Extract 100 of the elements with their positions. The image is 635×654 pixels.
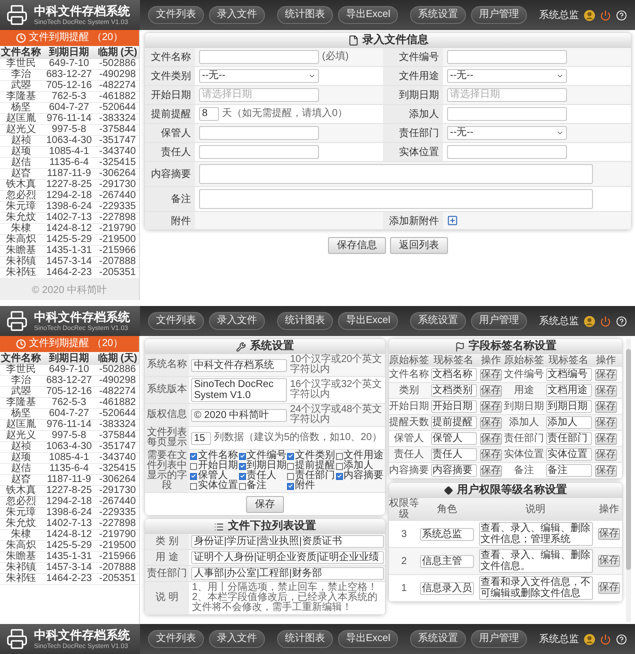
input-field[interactable]: 内容摘要 — [430, 464, 476, 477]
checkbox[interactable] — [287, 482, 294, 490]
nav-button[interactable]: 导出Excel — [338, 312, 398, 330]
help-icon[interactable] — [616, 634, 627, 644]
nav-button[interactable]: 录入文件 — [209, 630, 265, 648]
input-field[interactable]: 文档用途 — [546, 384, 592, 397]
user-avatar-icon[interactable] — [584, 316, 595, 326]
textarea-field[interactable] — [199, 189, 593, 209]
input-field[interactable]: 文档类别 — [430, 384, 476, 397]
nav-button[interactable]: 用户管理 — [471, 630, 528, 648]
power-icon[interactable] — [600, 10, 611, 20]
input-field[interactable]: © 2020 中科简叶 — [191, 408, 287, 422]
input-field[interactable]: 查看和录入文件信息，不可编辑或删除文件信息 — [478, 576, 592, 600]
input-field[interactable]: 开始日期 — [430, 400, 476, 413]
checkbox[interactable] — [190, 462, 197, 470]
power-icon[interactable] — [600, 316, 611, 326]
nav-button[interactable]: 录入文件 — [209, 6, 265, 24]
save-button[interactable]: 保存 — [480, 368, 502, 380]
nav-button[interactable]: 统计图表 — [276, 312, 333, 330]
checkbox[interactable] — [190, 452, 197, 460]
input-field[interactable]: 15 — [191, 432, 211, 444]
help-icon[interactable] — [616, 316, 627, 326]
nav-button[interactable]: 文件列表 — [148, 6, 204, 24]
select-field[interactable]: --无-- — [447, 126, 567, 140]
input-field[interactable]: 到期日期 — [546, 400, 592, 413]
save-button[interactable]: 保存 — [480, 448, 502, 460]
checkbox[interactable] — [287, 462, 294, 470]
nav-button[interactable]: 导出Excel — [338, 630, 398, 648]
input-field[interactable]: 查看、录入、编辑、删除文件信息。 — [478, 549, 592, 573]
input-field[interactable]: 查看、录入、编辑、删除文件信息；管理系统 — [478, 522, 592, 546]
nav-button[interactable]: 录入文件 — [209, 312, 265, 330]
checkbox[interactable] — [336, 462, 342, 470]
select-field[interactable]: --无-- — [199, 69, 319, 83]
help-icon[interactable] — [616, 10, 627, 20]
save-button[interactable]: 保存 — [595, 368, 617, 380]
input-field[interactable]: 保管人 — [430, 432, 476, 445]
input-field[interactable] — [447, 50, 567, 64]
nav-button[interactable]: 系统设置 — [410, 6, 466, 24]
nav-button[interactable]: 系统设置 — [410, 630, 466, 648]
scrollbar-track[interactable] — [626, 339, 631, 622]
save-button[interactable]: 保存 — [480, 400, 502, 412]
save-button[interactable]: 保存 — [595, 464, 617, 476]
save-button[interactable]: 保存 — [480, 384, 502, 396]
select-field[interactable]: --无-- — [447, 69, 567, 83]
save-button[interactable]: 保存 — [480, 416, 502, 428]
power-icon[interactable] — [600, 634, 611, 644]
input-field[interactable]: 责任人 — [430, 448, 476, 461]
checkbox[interactable] — [287, 472, 294, 480]
checkbox[interactable] — [238, 482, 246, 490]
checkbox[interactable] — [287, 452, 294, 460]
save-button[interactable]: 保存 — [246, 496, 284, 513]
input-field[interactable]: 备注 — [546, 464, 592, 477]
checkbox[interactable] — [190, 472, 197, 480]
textarea-field[interactable] — [199, 164, 593, 184]
checkbox[interactable] — [238, 462, 246, 470]
input-field[interactable]: 信息主管 — [420, 554, 474, 568]
nav-button[interactable]: 统计图表 — [276, 6, 333, 24]
nav-button[interactable]: 用户管理 — [471, 312, 528, 330]
checkbox[interactable] — [336, 472, 342, 480]
checkbox[interactable] — [190, 482, 197, 490]
square-plus-icon[interactable] — [447, 215, 458, 226]
checkbox[interactable] — [336, 452, 342, 460]
input-field[interactable]: 8 — [199, 107, 219, 121]
textarea-field[interactable]: 身份证|学历证|营业执照|资质证书 — [191, 535, 384, 548]
save-button[interactable]: 保存 — [598, 528, 620, 540]
save-button[interactable]: 保存 — [480, 432, 502, 444]
scrollbar-thumb[interactable] — [626, 349, 631, 570]
input-field[interactable]: 提前提醒 — [430, 416, 476, 429]
input-field[interactable] — [447, 145, 567, 159]
save-button[interactable]: 保存 — [595, 432, 617, 444]
nav-button[interactable]: 系统设置 — [410, 312, 466, 330]
input-field[interactable]: 责任部门 — [546, 432, 592, 445]
textarea-field[interactable]: 证明个人身份|证明企业资质|证明企业业绩 — [191, 551, 384, 564]
input-field[interactable] — [447, 107, 567, 121]
input-field[interactable] — [199, 126, 319, 140]
user-avatar-icon[interactable] — [584, 10, 595, 20]
input-field[interactable]: SinoTech DocRec System V1.0 — [191, 378, 287, 402]
save-button[interactable]: 保存 — [595, 448, 617, 460]
input-field[interactable]: 添加人 — [546, 416, 592, 429]
input-field[interactable]: 实体位置 — [546, 448, 592, 461]
save-button[interactable]: 保存 — [598, 555, 620, 567]
input-field[interactable]: 文档编号 — [546, 368, 592, 381]
save-button[interactable]: 保存 — [480, 464, 502, 476]
checkbox[interactable] — [238, 472, 246, 480]
nav-button[interactable]: 用户管理 — [471, 6, 528, 24]
save-button[interactable]: 保存 — [595, 400, 617, 412]
input-field[interactable] — [199, 145, 319, 159]
save-button[interactable]: 保存 — [598, 582, 620, 594]
save-button[interactable]: 保存 — [595, 384, 617, 396]
nav-button[interactable]: 文件列表 — [148, 312, 204, 330]
textarea-field[interactable]: 人事部|办公室|工程部|财务部 — [191, 567, 384, 580]
input-field[interactable]: 文档名称 — [430, 368, 476, 381]
nav-button[interactable]: 导出Excel — [338, 6, 398, 24]
input-field[interactable]: 中科文件存档系统 — [191, 358, 287, 372]
save-button[interactable]: 保存 — [595, 416, 617, 428]
nav-button[interactable]: 文件列表 — [148, 630, 204, 648]
form-button[interactable]: 保存信息 — [328, 237, 386, 254]
nav-button[interactable]: 统计图表 — [276, 630, 333, 648]
input-field[interactable]: 信息录入员 — [420, 582, 474, 594]
input-field[interactable] — [199, 50, 319, 64]
